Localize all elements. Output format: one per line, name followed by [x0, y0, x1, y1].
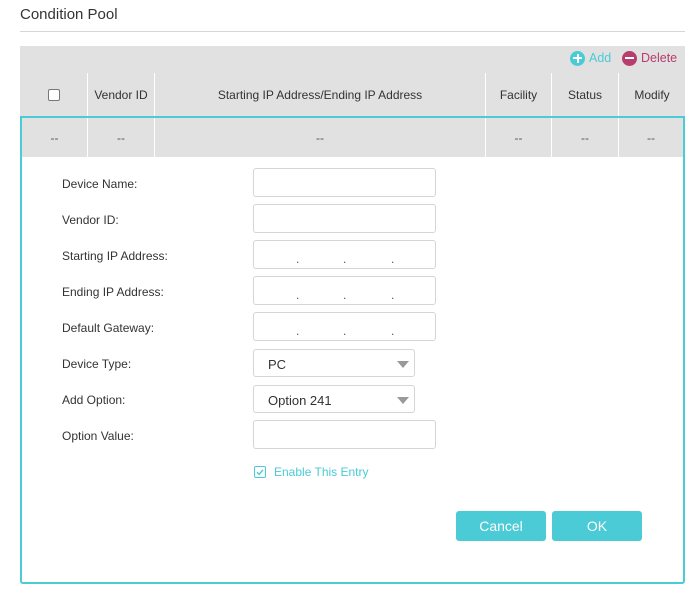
column-header-ip-range: Starting IP Address/Ending IP Address	[217, 87, 423, 102]
column-header-status: Status	[567, 87, 603, 102]
ip-dot: .	[343, 288, 347, 302]
add-option-select[interactable]: Option 241	[253, 385, 415, 413]
device-type-select[interactable]: PC	[253, 349, 415, 377]
column-header-modify: Modify	[634, 87, 670, 102]
device-type-label: Device Type:	[62, 357, 132, 371]
enable-entry-checkbox[interactable]	[254, 466, 266, 478]
ip-dot: .	[296, 252, 300, 266]
default-gateway-label: Default Gateway:	[62, 321, 155, 335]
row-facility: --	[514, 130, 523, 145]
ok-button[interactable]: OK	[552, 511, 642, 541]
ending-ip-input[interactable]: . . .	[253, 276, 436, 305]
row-status: --	[581, 130, 589, 145]
enable-entry-label: Enable This Entry	[274, 465, 369, 479]
starting-ip-label: Starting IP Address:	[62, 249, 168, 263]
vendor-id-label: Vendor ID:	[62, 213, 119, 227]
page-title: Condition Pool	[20, 6, 118, 23]
delete-label: Delete	[641, 51, 678, 65]
ip-dot: .	[343, 324, 347, 338]
column-header-vendor-id: Vendor ID	[94, 87, 148, 102]
default-gateway-input[interactable]: . . .	[253, 312, 436, 341]
chevron-down-icon	[397, 397, 409, 404]
ip-dot: .	[391, 324, 395, 338]
vendor-id-input[interactable]	[253, 204, 436, 233]
ip-dot: .	[391, 252, 395, 266]
table-toolbar: Add Delete	[20, 46, 685, 73]
option-value-label: Option Value:	[62, 429, 134, 443]
starting-ip-input[interactable]: . . .	[253, 240, 436, 269]
ip-dot: .	[296, 324, 300, 338]
ip-dot: .	[391, 288, 395, 302]
plus-circle-icon	[570, 50, 585, 66]
table-row[interactable]: -- -- -- -- -- --	[20, 116, 685, 157]
checkmark-icon	[256, 469, 264, 476]
enable-entry-toggle[interactable]: Enable This Entry	[254, 465, 369, 479]
condition-table: Vendor ID Starting IP Address/Ending IP …	[20, 73, 685, 158]
table-header: Vendor ID Starting IP Address/Ending IP …	[20, 73, 685, 116]
delete-button[interactable]: Delete	[622, 48, 677, 68]
row-vendor-id: --	[117, 130, 125, 145]
add-option-label: Add Option:	[62, 393, 126, 407]
chevron-down-icon	[397, 361, 409, 368]
add-button[interactable]: Add	[570, 48, 611, 68]
minus-circle-icon	[622, 50, 637, 66]
select-all-cell	[20, 73, 87, 116]
add-option-value: Option 241	[268, 393, 332, 408]
add-label: Add	[589, 51, 612, 65]
option-value-input[interactable]	[253, 420, 436, 449]
cancel-button[interactable]: Cancel	[456, 511, 546, 541]
ip-dot: .	[343, 252, 347, 266]
device-name-input[interactable]	[253, 168, 436, 197]
device-type-value: PC	[268, 357, 287, 372]
ending-ip-label: Ending IP Address:	[62, 285, 164, 299]
row-ip-range: --	[316, 130, 324, 145]
device-name-label: Device Name:	[62, 177, 138, 191]
title-divider	[20, 31, 685, 32]
select-all-checkbox[interactable]	[47, 88, 60, 101]
ip-dot: .	[296, 288, 300, 302]
row-select-cell: --	[50, 130, 59, 145]
column-header-facility: Facility	[499, 87, 538, 102]
row-modify: --	[647, 130, 655, 145]
